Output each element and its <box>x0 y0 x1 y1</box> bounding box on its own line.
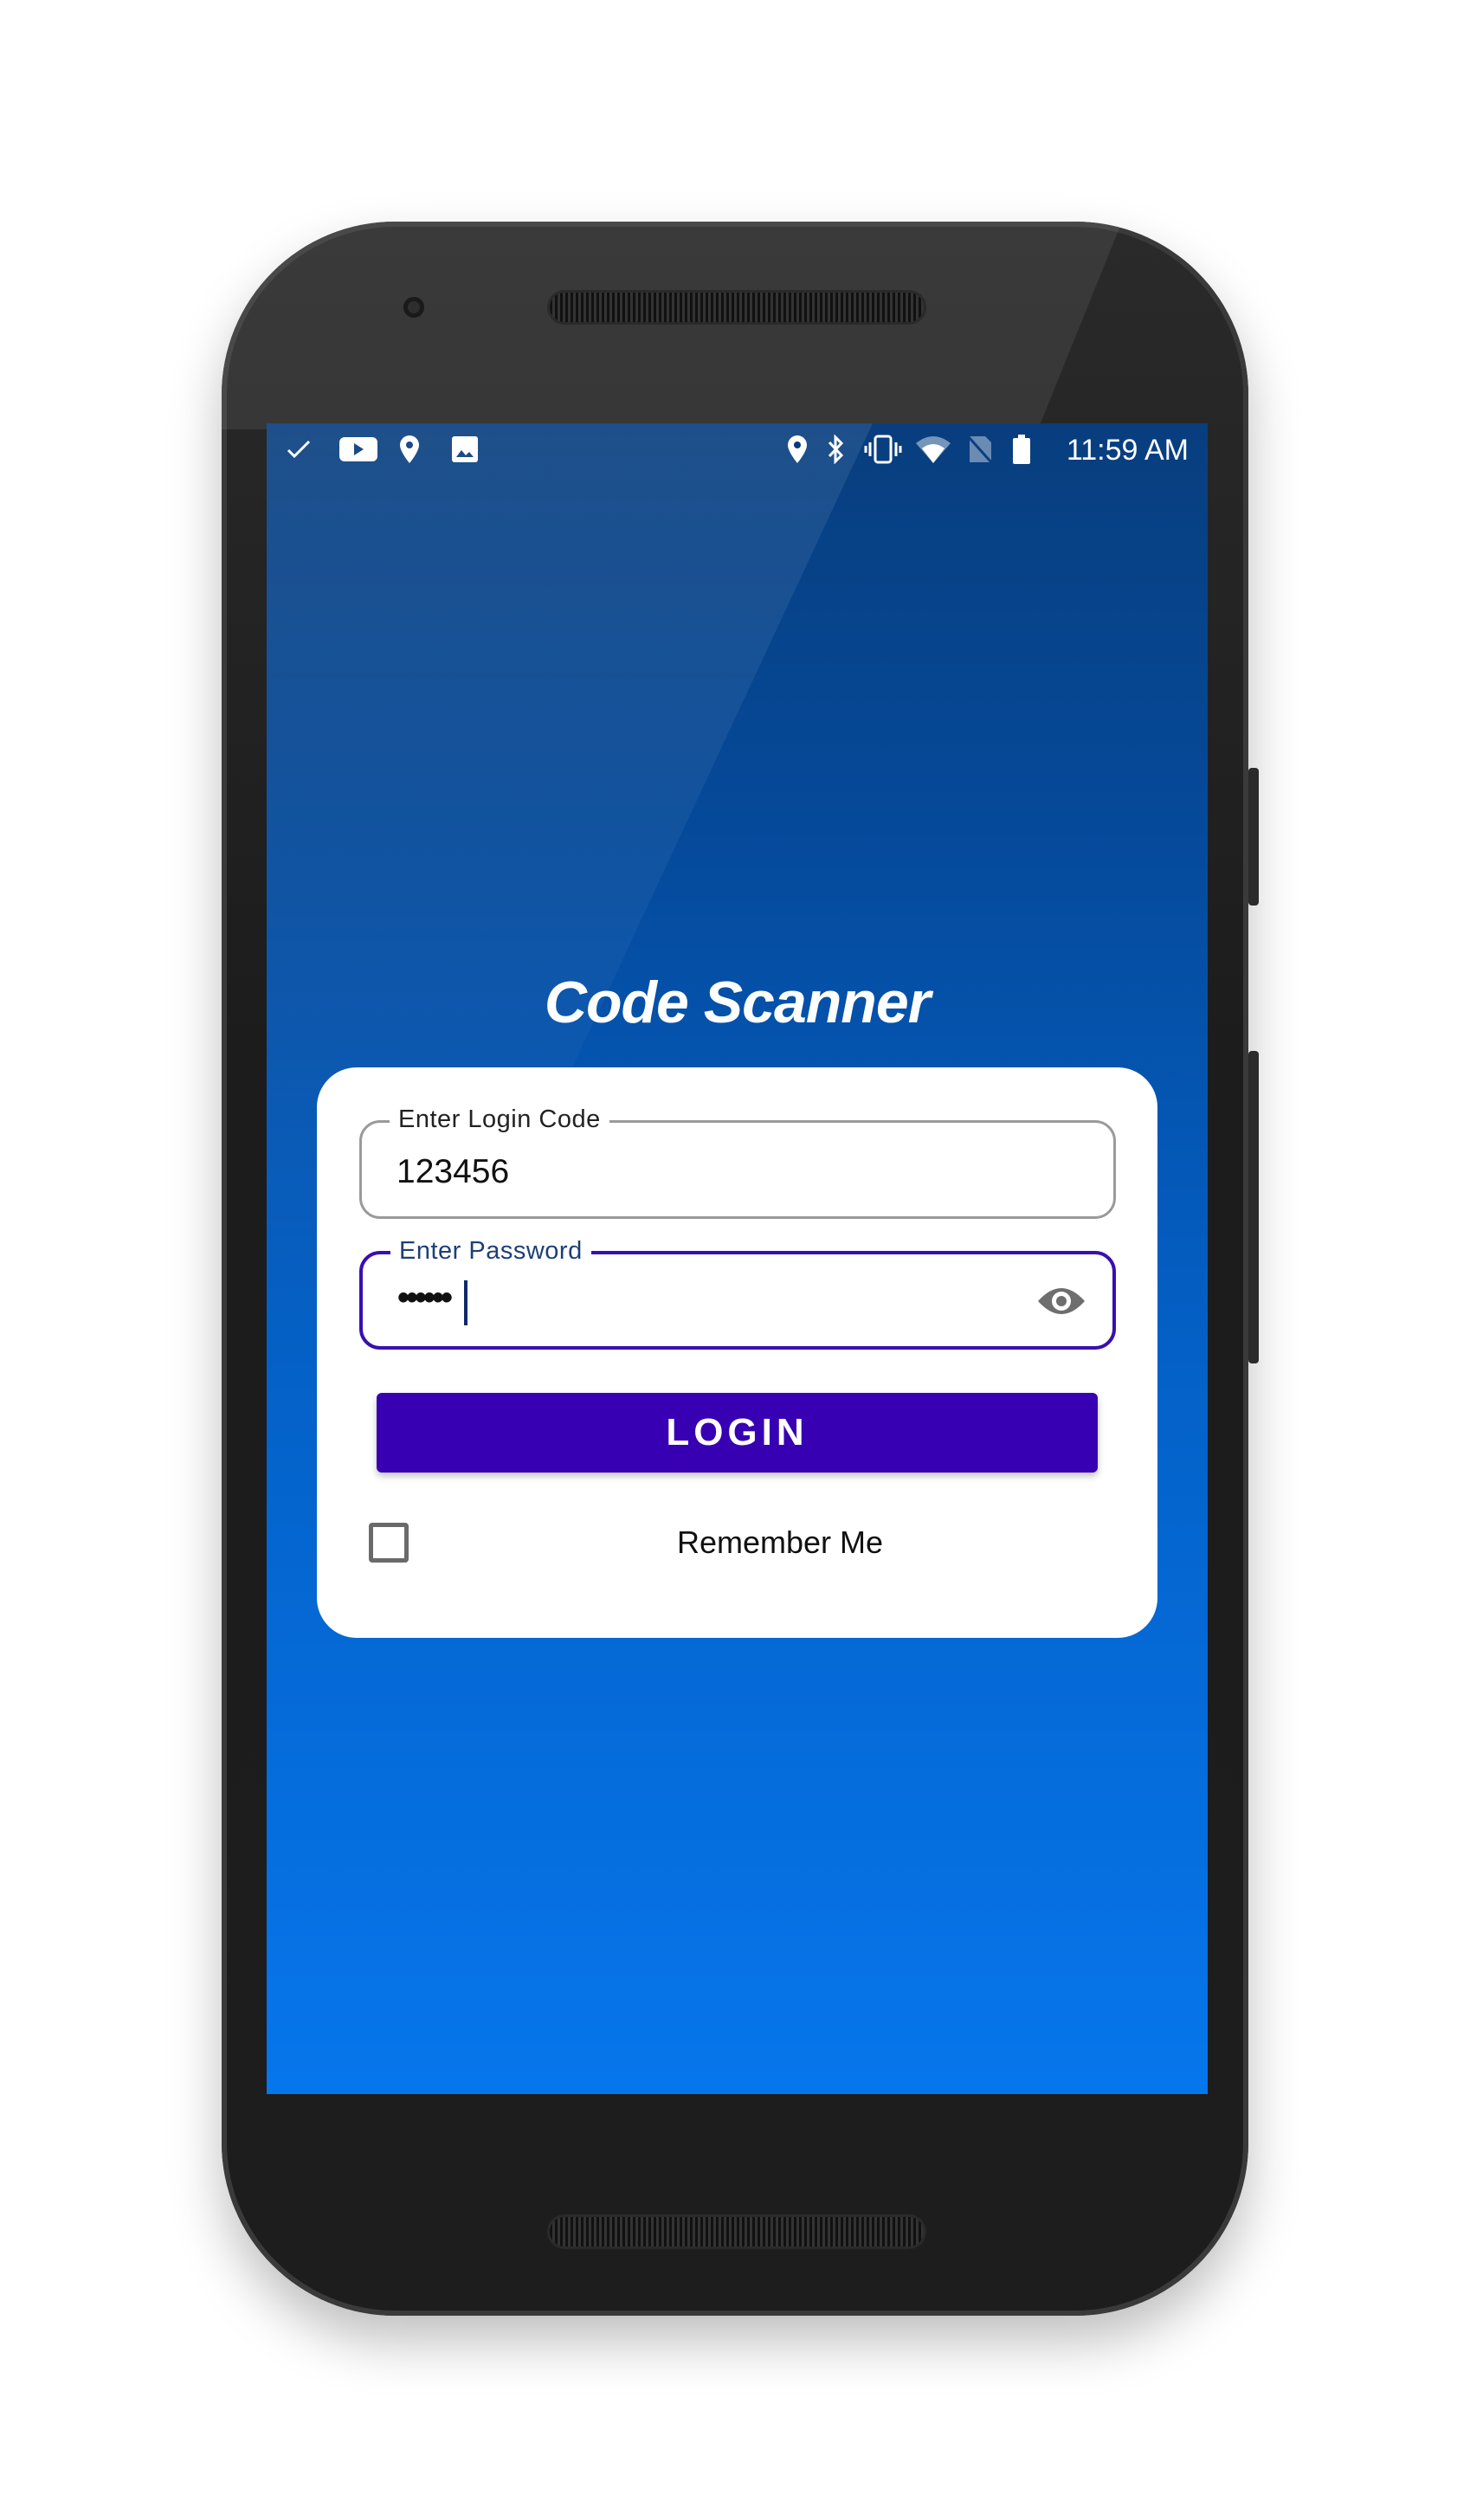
app-title: Code Scanner <box>544 970 931 1035</box>
front-camera <box>403 297 424 318</box>
volume-button <box>1248 1051 1259 1363</box>
password-input[interactable]: •••••• <box>397 1279 453 1318</box>
login-code-input[interactable]: 123456 <box>397 1153 509 1191</box>
login-button[interactable]: LOGIN <box>377 1393 1098 1473</box>
password-label: Enter Password <box>390 1237 591 1266</box>
check-icon <box>286 435 312 463</box>
eye-icon[interactable] <box>1036 1284 1086 1323</box>
image-icon <box>450 435 480 463</box>
remember-me-checkbox[interactable] <box>369 1523 409 1563</box>
login-code-field[interactable]: Enter Login Code 123456 <box>359 1105 1116 1219</box>
status-time: 11:59 AM <box>1066 434 1189 467</box>
location-icon <box>398 435 421 463</box>
location-icon <box>786 435 809 463</box>
vibrate-icon <box>864 435 902 464</box>
password-field[interactable]: Enter Password •••••• <box>359 1237 1116 1350</box>
power-button <box>1248 768 1259 906</box>
top-speaker <box>550 293 924 322</box>
battery-icon <box>1011 435 1032 464</box>
bottom-speaker <box>550 2217 924 2246</box>
no-sim-icon <box>966 435 994 464</box>
youtube-icon <box>339 435 377 463</box>
text-cursor <box>464 1280 467 1325</box>
app-screen: 11:59 AM Code Scanner Enter Login Code 1… <box>267 423 1208 2094</box>
wifi-icon <box>914 435 952 463</box>
status-bar: 11:59 AM <box>267 423 1208 477</box>
login-code-label: Enter Login Code <box>390 1105 609 1134</box>
remember-me-label[interactable]: Remember Me <box>663 1524 897 1561</box>
bluetooth-icon <box>825 435 846 464</box>
login-card: Enter Login Code 123456 Enter Password •… <box>317 1067 1157 1638</box>
